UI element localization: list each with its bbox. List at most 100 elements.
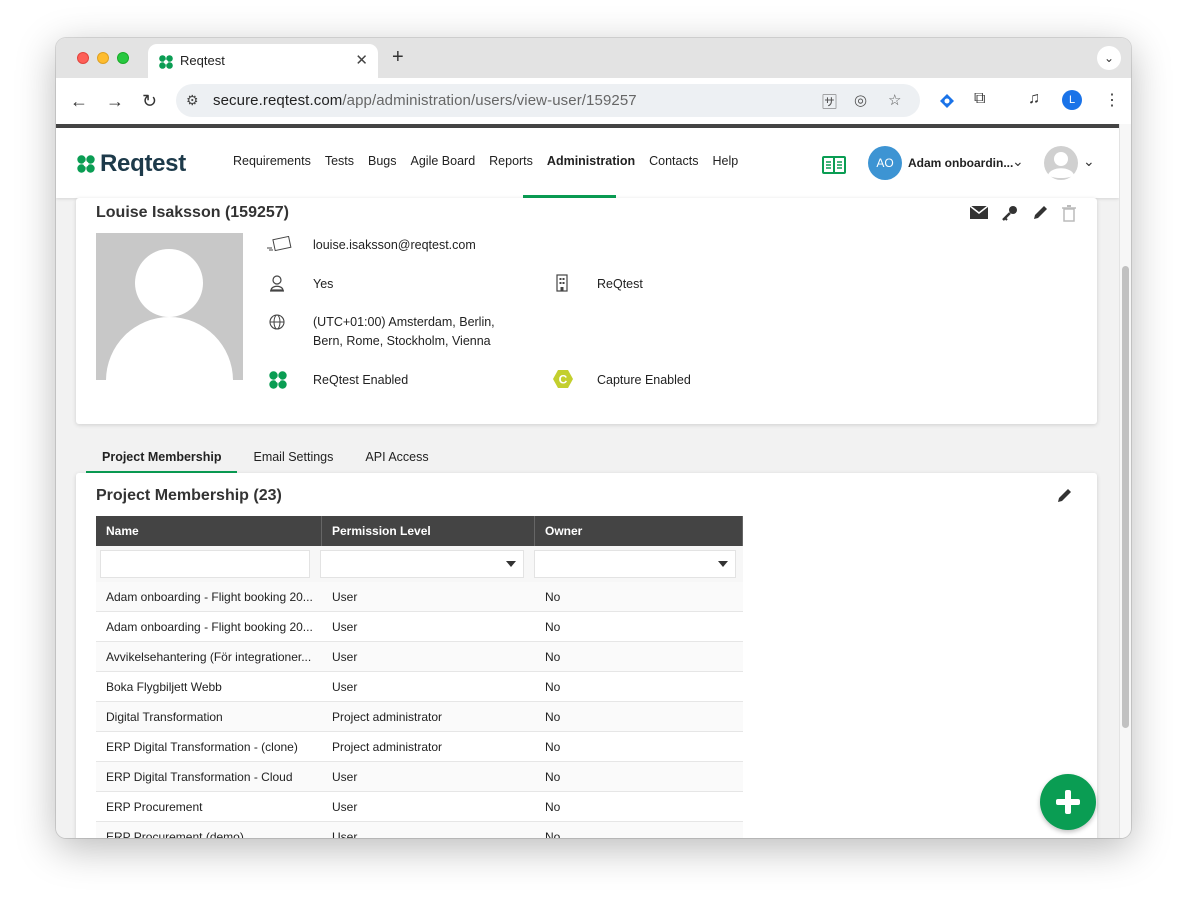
cell-owner: No — [545, 590, 561, 604]
menu-item-contacts[interactable]: Contacts — [642, 128, 705, 198]
cell-owner: No — [545, 830, 561, 838]
membership-grid: Name Permission Level Owner Adam onboard… — [96, 516, 743, 838]
admin-user-icon — [270, 275, 284, 292]
address-bar[interactable]: ⚙ secure.reqtest.com/app/administration/… — [176, 84, 920, 117]
reqtest-logo[interactable]: Reqtest — [76, 150, 186, 178]
cell-owner: No — [545, 740, 561, 754]
table-row[interactable]: Digital Transformation Project administra… — [96, 702, 743, 732]
cell-name: ERP Digital Transformation - (clone) — [106, 740, 298, 754]
menu-item-bugs[interactable]: Bugs — [361, 128, 404, 198]
pencil-icon[interactable] — [1031, 204, 1049, 222]
tab-project-membership[interactable]: Project Membership — [86, 442, 238, 474]
user-chevron-down-icon[interactable]: ⌄ — [1083, 153, 1095, 170]
capture-enabled-icon: C — [553, 370, 573, 388]
reqtest-enabled-status: ReQtest Enabled — [313, 373, 409, 387]
browser-menu-icon[interactable]: ⋮ — [1104, 90, 1120, 110]
column-header-permission-level[interactable]: Permission Level — [322, 516, 535, 546]
browser-profile-avatar[interactable]: L — [1062, 90, 1082, 110]
zoom-window-button[interactable] — [117, 52, 129, 64]
owner-filter-dropdown[interactable] — [534, 550, 736, 578]
table-row[interactable]: Adam onboarding - Flight booking 20... Us… — [96, 582, 743, 612]
cell-name: ERP Procurement (demo) — [106, 830, 244, 838]
media-control-icon[interactable]: ♫ — [1028, 90, 1040, 108]
globe-icon — [269, 314, 285, 330]
book-icon[interactable] — [822, 156, 846, 174]
caret-down-icon — [506, 561, 516, 567]
membership-edit-pencil-icon[interactable] — [1055, 487, 1073, 505]
table-row[interactable]: ERP Procurement User No — [96, 792, 743, 822]
app-navbar: Reqtest Requirements Tests Bugs Agile Bo… — [56, 128, 1119, 198]
cell-owner: No — [545, 710, 561, 724]
url-text[interactable]: secure.reqtest.com/app/administration/us… — [213, 92, 637, 109]
table-row[interactable]: Adam onboarding - Flight booking 20... Us… — [96, 612, 743, 642]
scrollbar-thumb[interactable] — [1122, 266, 1129, 728]
table-row[interactable]: Avvikelsehantering (För integrationer...… — [96, 642, 743, 672]
forward-arrow-icon[interactable]: → — [106, 90, 124, 112]
menu-item-tests[interactable]: Tests — [318, 128, 361, 198]
account-chevron-down-icon[interactable]: ⌄ — [1012, 153, 1024, 170]
grid-filter-row — [96, 546, 743, 582]
cell-permission-level: User — [332, 590, 358, 604]
tab-strip: Reqtest ✕ + ⌄ — [56, 38, 1131, 78]
tab-email-settings[interactable]: Email Settings — [237, 442, 349, 470]
back-arrow-icon[interactable]: ← — [70, 90, 88, 112]
cell-permission-level: User — [332, 830, 358, 838]
tab-api-access[interactable]: API Access — [349, 442, 444, 470]
reload-icon[interactable]: ↻ — [142, 90, 157, 112]
menu-item-requirements[interactable]: Requirements — [226, 128, 318, 198]
tab-title: Reqtest — [180, 53, 225, 68]
table-row[interactable]: ERP Procurement (demo) User No — [96, 822, 743, 838]
profile-email[interactable]: louise.isaksson@reqtest.com — [313, 236, 476, 255]
translate-icon[interactable]: 🈂 — [822, 91, 837, 112]
profile-actions — [969, 204, 1077, 222]
user-avatar-icon[interactable] — [1043, 145, 1079, 181]
close-window-button[interactable] — [77, 52, 89, 64]
menu-item-help[interactable]: Help — [705, 128, 745, 198]
cell-name: ERP Digital Transformation - Cloud — [106, 770, 293, 784]
extensions-puzzle-icon[interactable]: ⧉ — [974, 90, 985, 108]
mail-icon[interactable] — [969, 204, 989, 220]
profile-tabs: Project Membership Email Settings API Ac… — [86, 442, 445, 474]
add-plus-button[interactable] — [1040, 774, 1096, 830]
minimize-window-button[interactable] — [97, 52, 109, 64]
reqtest-logo-icon — [77, 155, 95, 173]
star-icon[interactable]: ☆ — [888, 91, 901, 109]
caret-down-icon — [718, 561, 728, 567]
page-scrollbar[interactable] — [1119, 124, 1131, 838]
cell-owner: No — [545, 620, 561, 634]
permission-filter-dropdown[interactable] — [320, 550, 524, 578]
profile-admin-value: Yes — [313, 277, 334, 291]
new-tab-button[interactable]: + — [392, 46, 404, 69]
key-icon[interactable] — [1001, 204, 1019, 222]
column-header-owner[interactable]: Owner — [535, 516, 743, 546]
cell-name: Avvikelsehantering (För integrationer... — [106, 650, 312, 664]
account-avatar[interactable]: AO — [868, 146, 902, 180]
cell-permission-level: User — [332, 620, 358, 634]
capture-icon-letter: C — [559, 373, 568, 387]
cell-permission-level: User — [332, 800, 358, 814]
profile-company: ReQtest — [597, 277, 643, 291]
menu-item-administration[interactable]: Administration — [540, 128, 642, 198]
tab-close-icon[interactable]: ✕ — [355, 51, 368, 69]
cell-name: Digital Transformation — [106, 710, 223, 724]
eye-off-icon[interactable]: ◎ — [854, 91, 867, 109]
grid-body: Adam onboarding - Flight booking 20... Us… — [96, 582, 743, 838]
tab-search-chevron-icon[interactable]: ⌄ — [1097, 46, 1121, 70]
account-name[interactable]: Adam onboardin... — [908, 156, 1013, 170]
profile-timezone-line1: (UTC+01:00) Amsterdam, Berlin, — [313, 315, 495, 329]
browser-tab[interactable]: Reqtest ✕ — [148, 44, 378, 78]
site-settings-icon[interactable]: ⚙ — [186, 92, 199, 109]
table-row[interactable]: ERP Digital Transformation - Cloud User No — [96, 762, 743, 792]
browser-window: Reqtest ✕ + ⌄ ← → ↻ ⚙ secure.reqtest.com… — [56, 38, 1131, 838]
table-row[interactable]: ERP Digital Transformation - (clone) Proj… — [96, 732, 743, 762]
table-row[interactable]: Boka Flygbiljett Webb User No — [96, 672, 743, 702]
reqtest-enabled-icon — [269, 371, 287, 389]
cell-owner: No — [545, 800, 561, 814]
column-header-name[interactable]: Name — [96, 516, 322, 546]
menu-item-agile-board[interactable]: Agile Board — [404, 128, 483, 198]
name-filter-input[interactable] — [100, 550, 310, 578]
extension-tag-icon[interactable] — [938, 92, 956, 110]
membership-title: Project Membership (23) — [96, 487, 282, 504]
menu-item-reports[interactable]: Reports — [482, 128, 540, 198]
cell-name: Adam onboarding - Flight booking 20... — [106, 590, 313, 604]
